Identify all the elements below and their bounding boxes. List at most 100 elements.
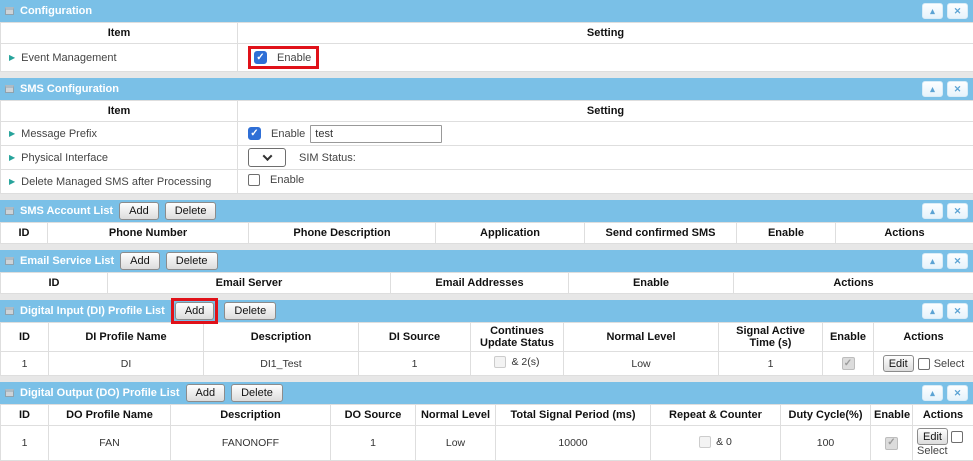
column-header: Email Addresses xyxy=(391,273,569,294)
sms-account-list-header: SMS Account List Add Delete ▴ ✕ xyxy=(0,200,973,222)
collapse-icon[interactable]: ▴ xyxy=(922,253,943,269)
message-prefix-label: ▶Message Prefix xyxy=(1,122,238,146)
do-actions-cell: Edit Select xyxy=(913,426,973,461)
do-profile-list-section: Digital Output (DO) Profile List Add Del… xyxy=(0,382,973,461)
collapse-icon[interactable]: ▴ xyxy=(922,385,943,401)
di-profile-table: ID DI Profile Name Description DI Source… xyxy=(0,322,973,376)
close-icon[interactable]: ✕ xyxy=(947,253,968,269)
select-label: Select xyxy=(917,445,970,458)
message-prefix-enable-checkbox[interactable] xyxy=(248,127,261,140)
close-icon[interactable]: ✕ xyxy=(947,81,968,97)
configuration-table: Item Setting ▶Event Management Enable xyxy=(0,22,973,72)
do-enable-checkbox xyxy=(885,437,898,450)
column-header: Enable xyxy=(823,323,874,352)
do-normal-level-cell: Low xyxy=(416,426,496,461)
message-prefix-setting: Enable xyxy=(238,122,973,146)
column-header-setting: Setting xyxy=(238,23,973,44)
message-prefix-input[interactable] xyxy=(310,125,442,143)
close-icon[interactable]: ✕ xyxy=(947,385,968,401)
column-header-setting: Setting xyxy=(238,101,973,122)
table-row: 1 FAN FANONOFF 1 Low 10000 & 0 100 Edit … xyxy=(1,426,973,461)
edit-button[interactable]: Edit xyxy=(883,355,914,372)
column-header: Actions xyxy=(836,223,973,244)
delete-managed-sms-label: ▶Delete Managed SMS after Processing xyxy=(1,170,238,194)
di-normal-level-cell: Low xyxy=(564,352,719,376)
delete-managed-sms-enable-checkbox[interactable] xyxy=(248,174,260,186)
collapse-icon[interactable]: ▴ xyxy=(922,303,943,319)
column-header: Total Signal Period (ms) xyxy=(496,405,651,426)
section-title: Email Service List xyxy=(20,255,114,267)
delete-button[interactable]: Delete xyxy=(231,384,283,402)
di-enable-checkbox xyxy=(842,357,855,370)
repeat-counter-checkbox xyxy=(699,436,711,448)
column-header: Application xyxy=(436,223,585,244)
close-icon[interactable]: ✕ xyxy=(947,303,968,319)
close-icon[interactable]: ✕ xyxy=(947,3,968,19)
section-title: SMS Configuration xyxy=(20,83,119,95)
delete-button[interactable]: Delete xyxy=(165,202,217,220)
add-button[interactable]: Add xyxy=(120,252,160,270)
do-profile-table: ID DO Profile Name Description DO Source… xyxy=(0,404,973,461)
red-highlight-box: Add xyxy=(171,298,219,324)
email-service-table: ID Email Server Email Addresses Enable A… xyxy=(0,272,973,294)
column-header: ID xyxy=(1,273,108,294)
column-header: DI Source xyxy=(359,323,471,352)
panel-icon xyxy=(5,389,14,397)
column-header: Signal Active Time (s) xyxy=(719,323,823,352)
column-header: ID xyxy=(1,223,48,244)
select-checkbox[interactable] xyxy=(918,358,930,370)
do-name-cell: FAN xyxy=(49,426,171,461)
do-source-cell: 1 xyxy=(331,426,416,461)
column-header: Actions xyxy=(874,323,973,352)
red-highlight-box: Enable xyxy=(248,46,319,69)
sms-account-table: ID Phone Number Phone Description Applic… xyxy=(0,222,973,244)
table-row: ▶Message Prefix Enable xyxy=(1,122,973,146)
event-management-label: ▶Event Management xyxy=(1,44,238,72)
item-arrow-icon: ▶ xyxy=(9,53,15,62)
physical-interface-dropdown[interactable] xyxy=(248,148,286,167)
add-button[interactable]: Add xyxy=(186,384,226,402)
delete-button[interactable]: Delete xyxy=(166,252,218,270)
do-repeat-counter-cell: & 0 xyxy=(651,426,781,461)
section-title: Digital Output (DO) Profile List xyxy=(20,387,180,399)
do-duty-cycle-cell: 100 xyxy=(781,426,871,461)
column-header: DO Profile Name xyxy=(49,405,171,426)
di-profile-list-section: Digital Input (DI) Profile List Add Dele… xyxy=(0,300,973,376)
table-row: 1 DI DI1_Test 1 & 2(s) Low 1 Edit Select xyxy=(1,352,973,376)
collapse-icon[interactable]: ▴ xyxy=(922,3,943,19)
item-arrow-icon: ▶ xyxy=(9,177,15,186)
column-header: Repeat & Counter xyxy=(651,405,781,426)
di-continues-update-cell: & 2(s) xyxy=(471,352,564,376)
column-header: Enable xyxy=(569,273,734,294)
column-header: DO Source xyxy=(331,405,416,426)
column-header: Phone Description xyxy=(249,223,436,244)
do-enable-cell xyxy=(871,426,913,461)
column-header: Duty Cycle(%) xyxy=(781,405,871,426)
close-icon[interactable]: ✕ xyxy=(947,203,968,219)
chevron-down-icon xyxy=(262,151,272,161)
sms-account-list-section: SMS Account List Add Delete ▴ ✕ ID Phone… xyxy=(0,200,973,244)
di-signal-active-time-cell: 1 xyxy=(719,352,823,376)
di-profile-list-header: Digital Input (DI) Profile List Add Dele… xyxy=(0,300,973,322)
event-management-enable-checkbox[interactable] xyxy=(254,51,267,64)
delete-button[interactable]: Delete xyxy=(224,302,276,320)
panel-icon xyxy=(5,85,14,93)
column-header: ID xyxy=(1,323,49,352)
physical-interface-label: ▶Physical Interface xyxy=(1,146,238,170)
section-title: SMS Account List xyxy=(20,205,113,217)
edit-button[interactable]: Edit xyxy=(917,428,948,445)
collapse-icon[interactable]: ▴ xyxy=(922,81,943,97)
column-header: Enable xyxy=(737,223,836,244)
column-header: DI Profile Name xyxy=(49,323,204,352)
configuration-header: Configuration ▴ ✕ xyxy=(0,0,973,22)
di-source-cell: 1 xyxy=(359,352,471,376)
column-header-item: Item xyxy=(1,101,238,122)
continues-update-checkbox xyxy=(494,356,506,368)
column-header: ID xyxy=(1,405,49,426)
add-button[interactable]: Add xyxy=(175,302,215,320)
select-checkbox[interactable] xyxy=(951,431,963,443)
table-row: ▶Event Management Enable xyxy=(1,44,973,72)
collapse-icon[interactable]: ▴ xyxy=(922,203,943,219)
add-button[interactable]: Add xyxy=(119,202,159,220)
di-description-cell: DI1_Test xyxy=(204,352,359,376)
